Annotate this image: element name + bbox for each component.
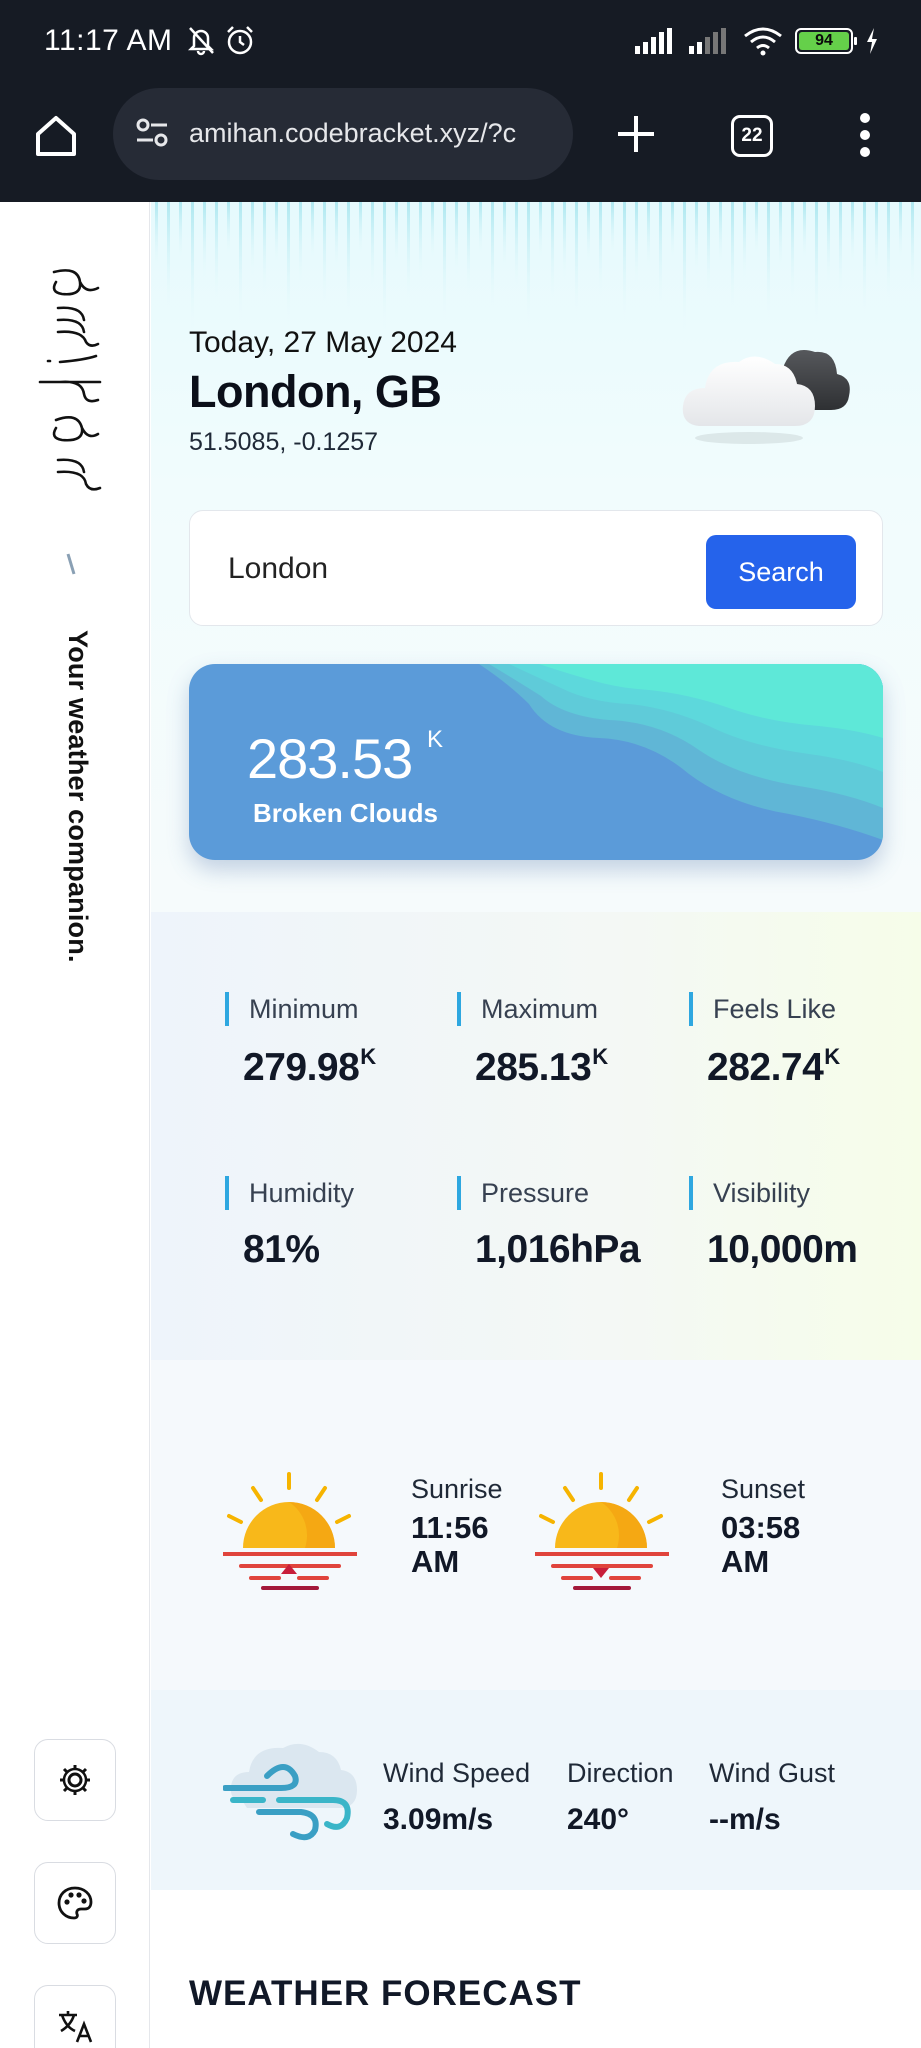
current-temperature-card: 283.53 K Broken Clouds [189, 664, 883, 860]
forecast-section: WEATHER FORECAST [151, 1930, 921, 2048]
weather-description: Broken Clouds [253, 798, 438, 828]
main-content: Today, 27 May 2024 London, GB 51.5085, -… [151, 202, 921, 2048]
signal-weak-icon [689, 28, 726, 54]
city-name: London, GB [189, 366, 442, 417]
sunrise-time: 11:56 AM [411, 1510, 489, 1579]
search-button[interactable]: Search [706, 535, 856, 609]
url-text[interactable]: amihan.codebracket.xyz/?c [189, 118, 561, 149]
sidebar: Your weather companion. [0, 202, 150, 2048]
stats-section: Minimum 279.98K Maximum 285.13K Feels Li… [151, 912, 921, 1360]
stat-value: 81% [243, 1228, 320, 1271]
mute-bell-icon [187, 27, 215, 56]
wind-speed: Wind Speed 3.09m/s [383, 1758, 531, 1836]
stat-value: 279.98K [243, 1044, 376, 1089]
sunset-time: 03:58 AM [721, 1510, 801, 1579]
wind-icon [223, 1743, 357, 1841]
site-settings-icon[interactable] [133, 114, 171, 152]
stat-label: Maximum [457, 992, 677, 1026]
palette-icon [57, 1886, 93, 1920]
hero-section: Today, 27 May 2024 London, GB 51.5085, -… [151, 202, 921, 912]
signal-icon [635, 28, 672, 54]
new-tab-icon[interactable] [610, 108, 662, 160]
overflow-menu-icon[interactable] [858, 112, 872, 158]
home-icon[interactable] [30, 110, 82, 162]
stat-value: 282.74K [707, 1044, 840, 1089]
stat-label: Humidity [225, 1176, 445, 1210]
temperature-value: 283.53 [247, 727, 413, 790]
stat-maximum: Maximum 285.13K [457, 992, 677, 1090]
stat-humidity: Humidity 81% [225, 1176, 445, 1272]
temperature-unit: K [427, 726, 444, 753]
sunset-label: Sunset [721, 1474, 806, 1504]
gear-icon [60, 1765, 90, 1795]
tab-switcher-button[interactable]: 22 [731, 115, 773, 157]
status-time: 11:17 AM [44, 24, 173, 57]
tagline: Your weather companion. [63, 630, 93, 963]
broken-clouds-icon [682, 350, 850, 444]
sunrise-info: Sunrise 11:56 AM [411, 1474, 503, 1579]
stat-label: Visibility [689, 1176, 909, 1210]
battery-icon: 94 [795, 28, 857, 54]
wind-gust: Wind Gust --m/s [709, 1758, 836, 1836]
theme-button[interactable] [34, 1862, 116, 1944]
battery-level: 94 [799, 32, 849, 50]
stat-minimum: Minimum 279.98K [225, 992, 445, 1090]
browser-toolbar: amihan.codebracket.xyz/?c 22 [0, 84, 921, 202]
stat-pressure: Pressure 1,016hPa [457, 1176, 677, 1272]
sunset-icon [535, 1472, 669, 1590]
wind-section: Wind Speed 3.09m/s Direction 240° Wind G… [151, 1690, 921, 1890]
status-bar: 11:17 AM 94 [0, 0, 921, 84]
stat-feels-like: Feels Like 282.74K [689, 992, 909, 1090]
language-button[interactable] [34, 1985, 116, 2048]
stat-value: 10,000m [707, 1228, 858, 1271]
date-prefix: Today, [189, 326, 276, 359]
stat-visibility: Visibility 10,000m [689, 1176, 909, 1272]
stat-label: Pressure [457, 1176, 677, 1210]
date-value: 27 May 2024 [283, 326, 457, 359]
alarm-icon [227, 26, 253, 55]
address-bar[interactable]: amihan.codebracket.xyz/?c [113, 88, 573, 180]
charging-icon [867, 28, 877, 54]
wifi-icon [744, 27, 782, 56]
search-form: Search [189, 510, 883, 626]
stat-value: 1,016hPa [475, 1228, 641, 1271]
wind-direction: Direction 240° [567, 1758, 674, 1836]
separator-slash [66, 553, 76, 575]
stat-value: 285.13K [475, 1044, 608, 1089]
stat-label: Minimum [225, 992, 445, 1026]
sunrise-icon [223, 1472, 357, 1590]
amihan-logo [38, 269, 102, 491]
current-date: Today, 27 May 2024 [189, 326, 457, 360]
search-input[interactable] [210, 531, 690, 607]
translate-icon [59, 2011, 93, 2043]
settings-button[interactable] [34, 1739, 116, 1821]
sunrise-label: Sunrise [411, 1474, 503, 1504]
forecast-heading: WEATHER FORECAST [189, 1974, 582, 2013]
coordinates: 51.5085, -0.1257 [189, 428, 379, 456]
stat-label: Feels Like [689, 992, 909, 1026]
sunset-info: Sunset 03:58 AM [721, 1474, 805, 1579]
